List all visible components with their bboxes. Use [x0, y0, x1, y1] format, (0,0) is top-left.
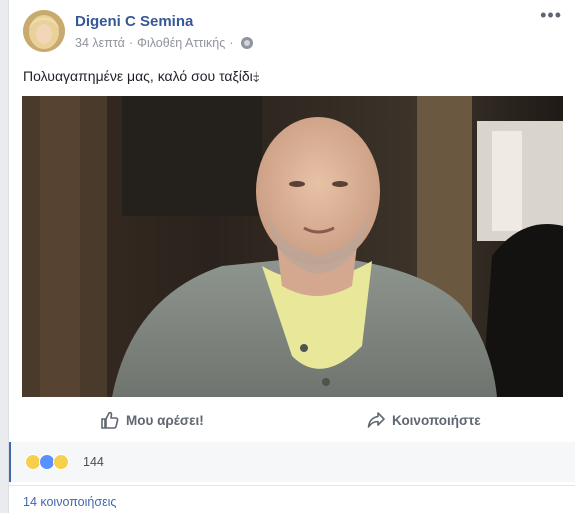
action-bar: Μου αρέσει! Κοινοποιήστε	[9, 398, 575, 443]
post-photo[interactable]	[22, 96, 563, 397]
share-button[interactable]: Κοινοποιήστε	[367, 398, 481, 442]
like-button[interactable]: Μου αρέσει!	[101, 398, 204, 442]
reactions-bar[interactable]: 144	[9, 442, 575, 482]
post-text: Πολυαγαπημένε μας, καλό σου ταξίδι⤈	[23, 68, 259, 84]
photo-image	[22, 96, 563, 397]
wow-reaction-icon	[53, 454, 69, 470]
meta-separator-2: ·	[229, 36, 234, 50]
post-location[interactable]: Φιλοθέη Αττικής	[137, 36, 225, 50]
share-count-link[interactable]: 14 κοινοποιήσεις	[23, 495, 116, 509]
globe-icon[interactable]	[241, 37, 254, 49]
post-header: Digeni C Semina 34 λεπτά · Φιλοθέη Αττικ…	[9, 0, 575, 62]
avatar-image	[23, 10, 65, 52]
author-name[interactable]: Digeni C Semina	[75, 13, 193, 30]
meta-separator: ·	[128, 36, 133, 50]
thumbs-up-icon	[101, 411, 119, 429]
like-label: Μου αρέσει!	[126, 412, 204, 428]
post-time[interactable]: 34 λεπτά	[75, 36, 125, 50]
share-label: Κοινοποιήστε	[392, 412, 481, 428]
reaction-count[interactable]: 144	[83, 455, 104, 469]
avatar[interactable]	[23, 10, 65, 52]
more-options-icon[interactable]: •••	[540, 6, 562, 24]
post-card: Digeni C Semina 34 λεπτά · Φιλοθέη Αττικ…	[8, 0, 575, 513]
share-arrow-icon	[367, 412, 385, 428]
reaction-icons[interactable]	[25, 454, 69, 470]
divider	[9, 485, 575, 486]
post-meta: 34 λεπτά · Φιλοθέη Αττικής ·	[75, 36, 254, 50]
